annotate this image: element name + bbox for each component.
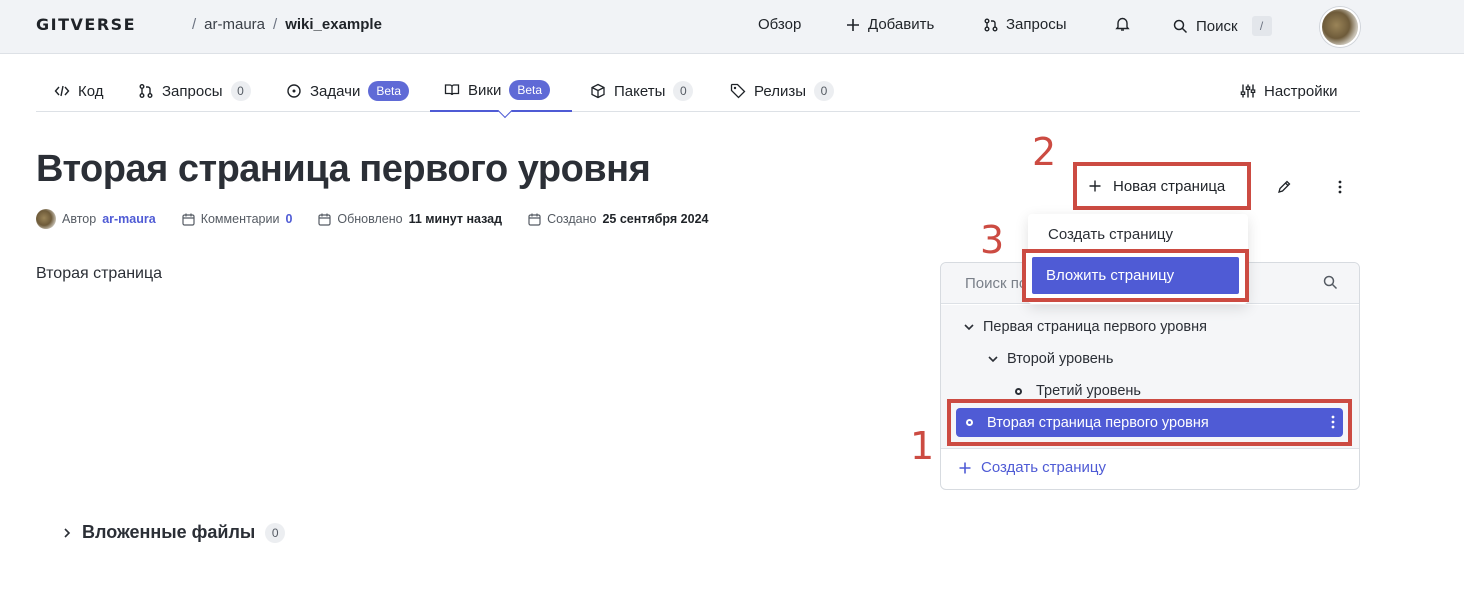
code-icon <box>54 85 70 97</box>
top-header: GITVERSE / ar-maura / wiki_example Обзор… <box>0 0 1464 54</box>
nav-add-button[interactable]: Добавить <box>846 16 934 33</box>
author-avatar[interactable] <box>36 209 56 229</box>
pencil-icon <box>1278 180 1291 193</box>
nav-overview-label: Обзор <box>758 16 802 33</box>
issue-icon <box>287 84 301 98</box>
sliders-icon <box>1240 84 1256 98</box>
new-page-button[interactable]: Новая страница <box>1073 162 1251 210</box>
tab-requests-count: 0 <box>230 81 251 101</box>
plus-icon <box>1089 180 1101 192</box>
leaf-dot-icon <box>966 419 973 426</box>
nav-search[interactable]: Поиск / <box>1173 16 1272 36</box>
tab-issues[interactable]: Задачи Beta <box>284 70 411 112</box>
tab-settings[interactable]: Настройки <box>1238 70 1340 112</box>
bell-icon <box>1115 17 1130 31</box>
user-avatar[interactable] <box>1320 7 1360 47</box>
package-icon <box>591 83 605 99</box>
edit-page-button[interactable] <box>1272 175 1296 199</box>
tree-item-label: Первая страница первого уровня <box>983 319 1207 335</box>
breadcrumb-repo[interactable]: wiki_example <box>285 16 382 33</box>
updated-value: 11 минут назад <box>408 212 503 226</box>
search-icon <box>1173 19 1188 33</box>
book-icon <box>444 84 460 96</box>
page-more-button[interactable] <box>1328 175 1352 199</box>
calendar-icon <box>318 213 331 226</box>
pull-request-icon <box>139 84 153 98</box>
page-meta: Автор ar-maura Комментарии 0 Обновлено 1… <box>36 209 708 229</box>
tab-wiki-beta-badge: Beta <box>509 80 551 100</box>
tab-settings-label: Настройки <box>1264 82 1338 100</box>
comments-count[interactable]: 0 <box>285 212 292 226</box>
nav-requests[interactable]: Запросы <box>984 16 1067 33</box>
pull-request-icon <box>984 18 998 31</box>
chevron-right-icon <box>64 527 71 538</box>
create-page-menu-item[interactable]: Создать страницу <box>1048 226 1173 243</box>
plus-icon <box>959 462 971 473</box>
calendar-icon <box>182 213 195 226</box>
step-2-annotation: 2 <box>1032 130 1057 174</box>
updated-label: Обновлено <box>337 212 403 226</box>
author-label: Автор <box>62 212 97 226</box>
comments-label: Комментарии <box>200 212 280 226</box>
calendar-icon <box>528 213 541 226</box>
repo-tabs: Код Запросы 0 Задачи Beta Вики Beta Паке… <box>36 70 1360 119</box>
chevron-down-icon[interactable] <box>963 322 975 332</box>
new-page-label: Новая страница <box>1113 177 1226 195</box>
tab-packages[interactable]: Пакеты 0 <box>588 70 695 112</box>
search-shortcut-key: / <box>1251 16 1272 36</box>
author-link[interactable]: ar-maura <box>102 212 156 226</box>
nav-requests-label: Запросы <box>1006 16 1067 33</box>
selected-page-highlight: Вторая страница первого уровня <box>947 399 1352 446</box>
tab-issues-label: Задачи <box>310 82 361 100</box>
tree-item[interactable]: Первая страница первого уровня <box>963 315 1207 339</box>
kebab-menu-icon[interactable] <box>1331 415 1335 429</box>
search-icon[interactable] <box>1323 275 1338 290</box>
tree-item-label: Вторая страница первого уровня <box>987 414 1209 431</box>
tree-item-selected[interactable]: Вторая страница первого уровня <box>956 408 1343 437</box>
tab-requests[interactable]: Запросы 0 <box>136 70 253 112</box>
tab-code[interactable]: Код <box>52 70 106 112</box>
tab-requests-label: Запросы <box>162 82 223 100</box>
tree-item-label: Третий уровень <box>1036 383 1141 399</box>
page-title: Вторая страница первого уровня <box>36 148 651 190</box>
tab-releases-count: 0 <box>813 81 834 101</box>
page-content: Вторая страница <box>36 265 163 282</box>
tab-wiki[interactable]: Вики Beta <box>430 70 572 112</box>
plus-icon <box>847 18 859 31</box>
leaf-dot-icon <box>1015 387 1022 395</box>
tab-issues-beta-badge: Beta <box>368 81 410 101</box>
breadcrumb: / ar-maura / wiki_example <box>192 16 382 33</box>
tag-icon <box>730 83 746 99</box>
attachments-toggle[interactable]: Вложенные файлы 0 <box>62 522 286 543</box>
nest-page-highlight: Вложить страницу <box>1022 249 1249 302</box>
nav-add-label: Добавить <box>868 16 935 33</box>
kebab-menu-icon <box>1338 180 1342 194</box>
gitverse-logo[interactable]: GITVERSE <box>36 15 136 34</box>
notifications-button[interactable] <box>1115 16 1130 32</box>
step-3-annotation: 3 <box>980 218 1005 262</box>
attachments-count: 0 <box>265 522 286 543</box>
breadcrumb-separator: / <box>192 16 197 33</box>
tab-wiki-label: Вики <box>468 81 502 99</box>
tab-releases-label: Релизы <box>754 82 806 100</box>
nest-page-menu-item[interactable]: Вложить страницу <box>1032 257 1239 294</box>
step-1-annotation: 1 <box>910 424 935 468</box>
chevron-down-icon[interactable] <box>987 354 999 364</box>
created-label: Создано <box>547 212 597 226</box>
tree-item[interactable]: Второй уровень <box>987 347 1113 371</box>
create-page-label: Создать страницу <box>981 459 1106 476</box>
tab-releases[interactable]: Релизы 0 <box>728 70 836 112</box>
tab-packages-count: 0 <box>673 81 694 101</box>
nav-overview[interactable]: Обзор <box>758 16 801 33</box>
tab-code-label: Код <box>78 82 104 100</box>
create-page-link[interactable]: Создать страницу <box>959 459 1106 476</box>
breadcrumb-separator: / <box>273 16 278 33</box>
breadcrumb-owner[interactable]: ar-maura <box>204 16 265 33</box>
created-value: 25 сентября 2024 <box>602 212 709 226</box>
nav-search-label: Поиск <box>1196 17 1238 35</box>
attachments-label: Вложенные файлы <box>82 522 256 542</box>
tab-packages-label: Пакеты <box>614 82 666 100</box>
tree-item-label: Второй уровень <box>1007 351 1114 367</box>
